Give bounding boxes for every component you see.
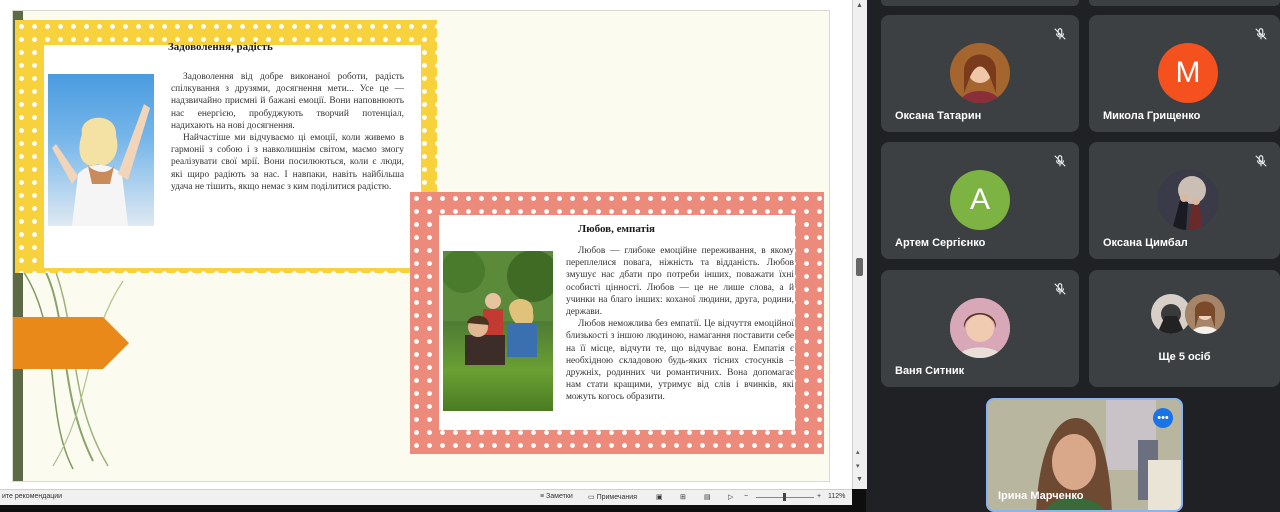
more-participants-label: Ще 5 осіб	[1158, 351, 1211, 363]
participant-name: Артем Сергієнко	[895, 237, 986, 249]
avatar	[1158, 170, 1218, 230]
status-text: ите рекомендации	[2, 493, 63, 500]
zoom-slider-thumb[interactable]	[783, 493, 786, 501]
joy-paragraph-2: Найчастіше ми відчуваємо ці емоції, коли…	[171, 133, 404, 192]
avatar	[950, 298, 1010, 358]
mic-off-icon	[1255, 28, 1267, 40]
presentation-window: Задоволення, радість Задоволення від доб…	[0, 0, 852, 489]
participant-tile[interactable]: Оксана Цимбал	[1089, 142, 1280, 259]
more-options-icon[interactable]: •••	[1153, 408, 1173, 428]
notes-icon: ≡	[540, 493, 545, 500]
joy-card-title: Задоволення, радість	[168, 41, 273, 53]
participant-tile[interactable]: Ваня Ситник	[881, 270, 1079, 387]
joy-paragraph-1: Задоволення від добре виконаної роботи, …	[171, 72, 404, 131]
participant-name: Оксана Цимбал	[1103, 237, 1188, 249]
zoom-out-icon[interactable]: −	[744, 493, 748, 500]
comments-button[interactable]: ▭ Примечания	[588, 493, 637, 501]
shared-screen: Задоволення, радість Задоволення від доб…	[0, 0, 867, 512]
love-photo	[443, 251, 553, 411]
mic-off-icon	[1054, 28, 1066, 40]
participant-tile[interactable]: A Артем Сергієнко	[881, 142, 1079, 259]
slide-sorter-icon[interactable]: ⊞	[680, 493, 686, 501]
reading-view-icon[interactable]: ▤	[704, 493, 711, 501]
love-card-title: Любов, емпатія	[578, 223, 655, 235]
joy-card-text: Задоволення від добре виконаної роботи, …	[171, 71, 404, 193]
participant-name: Ваня Ситник	[895, 365, 965, 377]
love-paragraph-1: Любов — глибоке емоційне переживання, в …	[566, 246, 794, 318]
participant-tile-partial	[881, 0, 1079, 6]
zoom-level[interactable]: 112%	[828, 493, 845, 500]
participant-name: Ірина Марченко	[998, 490, 1084, 502]
mic-off-icon	[1054, 283, 1066, 295]
mic-off-icon	[1054, 155, 1066, 167]
participant-tile[interactable]: M Микола Грищенко	[1089, 15, 1280, 132]
avatar: A	[950, 170, 1010, 230]
prev-slide-icon[interactable]: ▴	[856, 448, 860, 456]
avatar: M	[1158, 43, 1218, 103]
notes-button[interactable]: ≡ Заметки	[540, 493, 573, 500]
zoom-in-icon[interactable]: +	[817, 493, 821, 500]
comments-label: Примечания	[596, 494, 637, 501]
more-participants-tile[interactable]: Ще 5 осіб	[1089, 270, 1280, 387]
status-bar: ите рекомендации ≡ Заметки ▭ Примечания …	[0, 489, 852, 505]
normal-view-icon[interactable]: ▣	[656, 493, 663, 501]
notes-label: Заметки	[546, 493, 573, 500]
next-slide-icon[interactable]: ▾	[856, 462, 860, 470]
comments-icon: ▭	[588, 494, 595, 501]
participant-tile[interactable]: Оксана Татарин	[881, 15, 1079, 132]
vertical-scrollbar[interactable]: ▲ ▴ ▾ ▼	[852, 0, 867, 489]
scroll-down-icon[interactable]: ▼	[856, 476, 863, 483]
participant-name: Оксана Татарин	[895, 110, 982, 122]
avatar	[950, 43, 1010, 103]
participant-tile-partial	[1089, 0, 1280, 6]
love-paragraph-2: Любов неможлива без емпатії. Це відчуття…	[566, 319, 794, 403]
scrollbar-thumb[interactable]	[856, 258, 863, 276]
scroll-up-icon[interactable]: ▲	[856, 2, 863, 9]
self-video-tile[interactable]: ••• Ірина Марченко	[986, 398, 1183, 512]
participant-name: Микола Грищенко	[1103, 110, 1201, 122]
love-card-text: Любов — глибоке емоційне переживання, в …	[566, 245, 794, 404]
joy-photo	[48, 74, 154, 226]
avatar	[1185, 294, 1225, 334]
mic-off-icon	[1255, 155, 1267, 167]
slideshow-icon[interactable]: ▷	[728, 493, 733, 501]
